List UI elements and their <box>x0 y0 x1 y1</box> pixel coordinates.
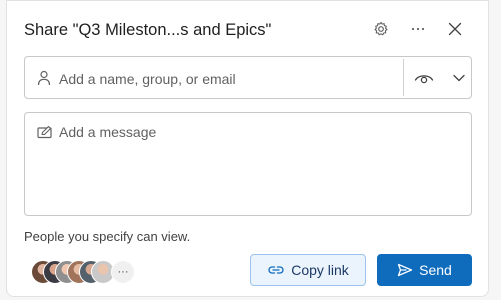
edit-icon <box>37 125 52 139</box>
shared-with-avatars[interactable]: ··· <box>31 260 151 284</box>
permission-note: People you specify can view. <box>24 229 191 244</box>
field-divider <box>403 59 404 96</box>
recipients-field <box>24 56 472 99</box>
copy-link-label: Copy link <box>291 262 349 278</box>
person-icon <box>37 70 51 86</box>
close-icon <box>448 22 462 36</box>
eye-icon <box>414 75 434 84</box>
more-people-button[interactable]: ··· <box>111 260 135 284</box>
recipients-input[interactable] <box>59 69 399 89</box>
share-dialog: Share "Q3 Mileston...s and Epics" Add a … <box>6 0 489 297</box>
send-label: Send <box>419 262 452 278</box>
ellipsis-icon <box>411 27 425 31</box>
close-button[interactable] <box>443 17 467 41</box>
message-input[interactable] <box>59 124 459 208</box>
copy-link-button[interactable]: Copy link <box>250 254 366 286</box>
permission-dropdown[interactable] <box>414 65 466 91</box>
chevron-down-icon <box>453 74 465 82</box>
more-options-button[interactable] <box>406 17 430 41</box>
message-field <box>24 112 472 216</box>
link-icon <box>268 266 284 274</box>
gear-icon <box>374 21 388 36</box>
dialog-title: Share "Q3 Mileston...s and Epics" <box>24 21 272 39</box>
send-button[interactable]: Send <box>377 254 472 286</box>
settings-button[interactable] <box>369 17 393 41</box>
send-icon <box>397 263 413 277</box>
